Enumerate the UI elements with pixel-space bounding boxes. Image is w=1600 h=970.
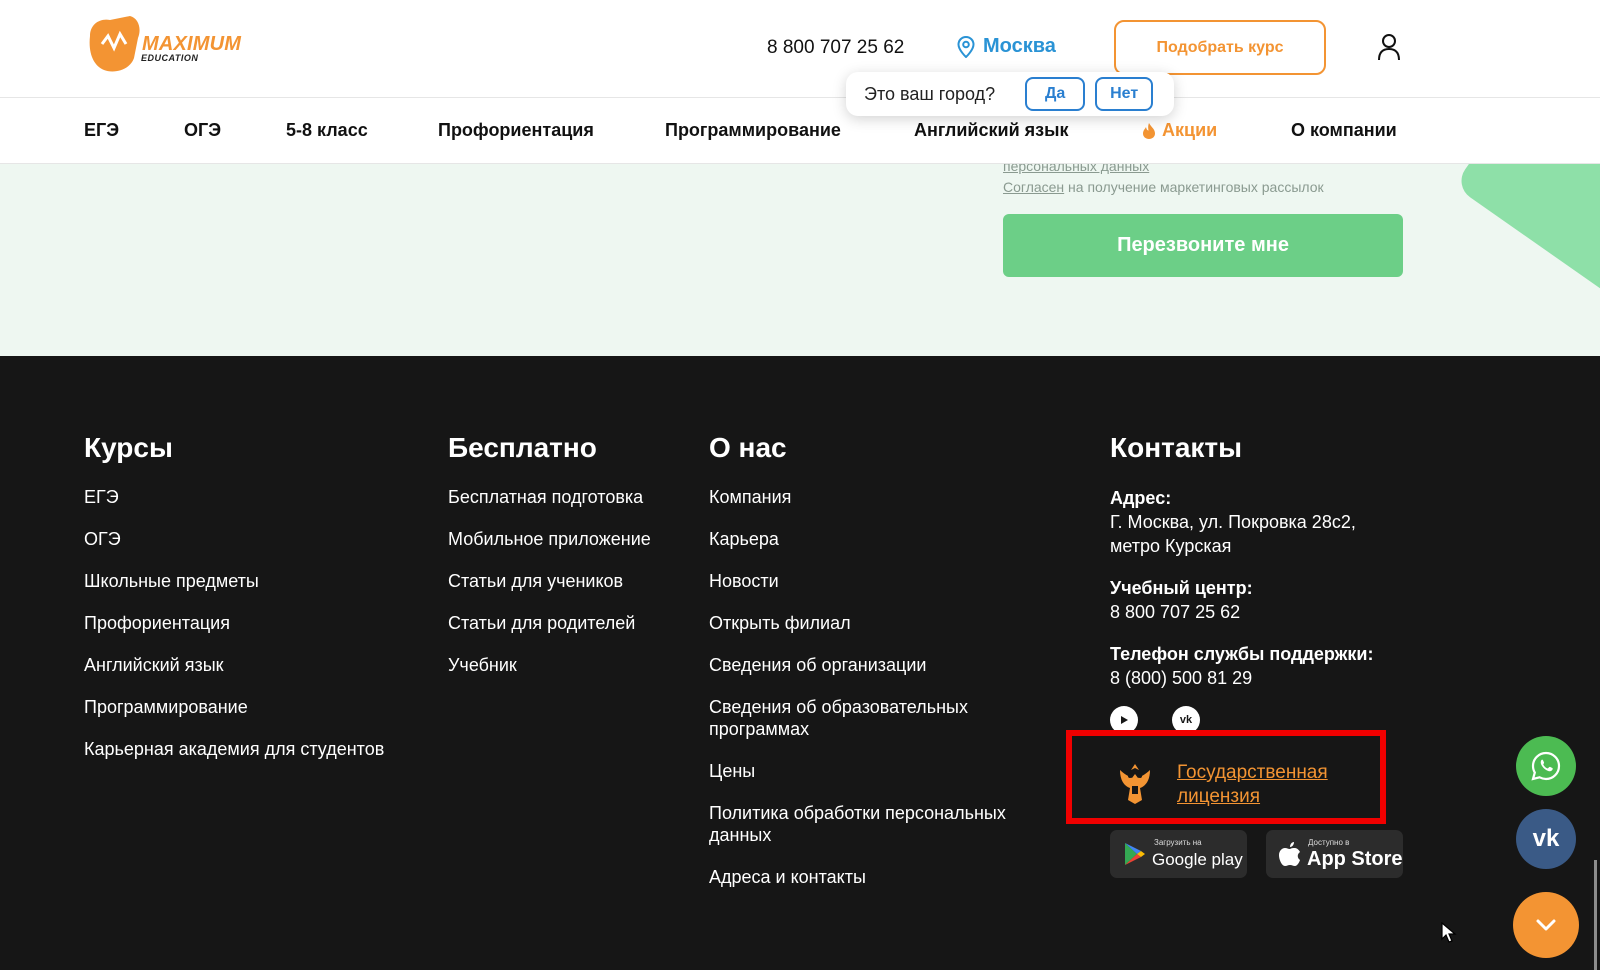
center-phone[interactable]: 8 800 707 25 62 xyxy=(1110,600,1373,624)
site-footer: Курсы ЕГЭ ОГЭ Школьные предметы Профорие… xyxy=(0,356,1600,970)
footer-link[interactable]: Профориентация xyxy=(84,612,384,634)
footer-link[interactable]: Новости xyxy=(709,570,1049,592)
support-phone[interactable]: 8 (800) 500 81 29 xyxy=(1110,666,1373,690)
footer-link[interactable]: Сведения об образовательных программах xyxy=(709,696,1009,740)
app-store-button[interactable]: Доступно в App Store xyxy=(1266,830,1403,878)
google-play-small: Загрузить на xyxy=(1154,838,1202,847)
nav-item-about-company[interactable]: О компании xyxy=(1291,120,1397,141)
license-line: Государственная xyxy=(1177,762,1328,783)
nav-item-oge[interactable]: ОГЭ xyxy=(184,120,221,141)
whatsapp-button[interactable] xyxy=(1516,736,1576,796)
google-play-icon xyxy=(1125,843,1145,865)
footer-link[interactable]: Английский язык xyxy=(84,654,384,676)
consent-marketing: Согласен на получение маркетинговых расс… xyxy=(1003,179,1324,195)
footer-link[interactable]: Карьерная академия для студентов xyxy=(84,738,384,760)
footer-about-title: О нас xyxy=(709,432,787,463)
consent-marketing-link[interactable]: Согласен xyxy=(1003,179,1064,195)
footer-link[interactable]: Статьи для учеников xyxy=(448,570,651,592)
apple-icon xyxy=(1279,842,1300,866)
nav-item-ege[interactable]: ЕГЭ xyxy=(84,120,119,141)
address-line: Г. Москва, ул. Покровка 28с2, xyxy=(1110,512,1356,532)
consent-marketing-text: на получение маркетинговых рассылок xyxy=(1064,179,1324,195)
address-label: Адрес: xyxy=(1110,488,1172,508)
license-line: лицензия xyxy=(1177,786,1261,807)
consent-personal-data-link[interactable]: персональных данных xyxy=(1003,164,1149,174)
callback-section: персональных данных Согласен на получени… xyxy=(0,164,1600,356)
footer-link[interactable]: Бесплатная подготовка xyxy=(448,486,651,508)
footer-link[interactable]: Политика обработки персональных данных xyxy=(709,802,1039,846)
footer-link[interactable]: Статьи для родителей xyxy=(448,612,651,634)
nav-item-promotions-label: Акции xyxy=(1162,120,1218,140)
google-play-button[interactable]: Загрузить на Google play xyxy=(1110,830,1247,878)
footer-link[interactable]: Учебник xyxy=(448,654,651,676)
main-nav: ЕГЭ ОГЭ 5-8 класс Профориентация Програм… xyxy=(0,98,1600,164)
footer-courses-column: Курсы ЕГЭ ОГЭ Школьные предметы Профорие… xyxy=(84,432,384,760)
app-store-label: App Store xyxy=(1307,848,1403,870)
mouse-cursor-icon xyxy=(1441,922,1457,943)
decorative-shape xyxy=(1453,164,1600,301)
footer-link[interactable]: Сведения об организации xyxy=(709,654,1049,676)
footer-contacts-title: Контакты xyxy=(1110,432,1243,463)
city-name: Москва xyxy=(983,35,1056,57)
footer-link[interactable]: Программирование xyxy=(84,696,384,718)
nav-item-programming[interactable]: Программирование xyxy=(665,120,841,141)
app-store-small: Доступно в xyxy=(1308,838,1350,847)
fire-icon xyxy=(1143,122,1155,139)
footer-about-column: О нас Компания Карьера Новости Открыть ф… xyxy=(709,432,1049,888)
logo-mark-icon xyxy=(89,16,140,72)
footer-courses-title: Курсы xyxy=(84,432,173,463)
footer-link[interactable]: ОГЭ xyxy=(84,528,384,550)
site-header: MAXIMUM EDUCATION 8 800 707 25 62 Москва… xyxy=(0,0,1600,98)
vk-icon: vk xyxy=(1532,825,1560,852)
city-question: Это ваш город? xyxy=(864,83,996,104)
location-pin-icon xyxy=(957,35,975,58)
chevron-down-icon xyxy=(1536,919,1556,931)
support-label: Телефон службы поддержки: xyxy=(1110,644,1374,664)
scroll-down-button[interactable] xyxy=(1513,892,1579,958)
footer-link[interactable]: Адреса и контакты xyxy=(709,866,1049,888)
nav-item-grades-5-8[interactable]: 5-8 класс xyxy=(286,120,368,141)
footer-link[interactable]: Школьные предметы xyxy=(84,570,384,592)
footer-contacts-column: Контакты Адрес: Г. Москва, ул. Покровка … xyxy=(1110,432,1373,690)
footer-link[interactable]: ЕГЭ xyxy=(84,486,384,508)
user-account-icon[interactable] xyxy=(1377,33,1401,61)
footer-free-title: Бесплатно xyxy=(448,432,597,463)
footer-link[interactable]: Мобильное приложение xyxy=(448,528,651,550)
state-license-link[interactable]: Государственная лицензия xyxy=(1177,761,1328,809)
header-phone[interactable]: 8 800 707 25 62 xyxy=(767,37,904,59)
footer-free-column: Бесплатно Бесплатная подготовка Мобильно… xyxy=(448,432,651,676)
logo-subtitle: EDUCATION xyxy=(141,53,199,63)
address-metro: метро Курская xyxy=(1110,536,1232,556)
page-scrollbar[interactable] xyxy=(1594,860,1597,970)
whatsapp-icon xyxy=(1531,751,1561,781)
city-no-button[interactable]: Нет xyxy=(1095,77,1154,111)
google-play-label: Google play xyxy=(1152,850,1243,869)
center-label: Учебный центр: xyxy=(1110,578,1253,598)
city-yes-button[interactable]: Да xyxy=(1025,77,1086,111)
footer-link[interactable]: Карьера xyxy=(709,528,1049,550)
nav-item-career-guidance[interactable]: Профориентация xyxy=(438,120,594,141)
footer-link[interactable]: Открыть филиал xyxy=(709,612,1049,634)
pick-course-button[interactable]: Подобрать курс xyxy=(1114,20,1326,75)
city-selector[interactable]: Москва xyxy=(957,35,1056,58)
coat-of-arms-icon xyxy=(1120,764,1150,804)
footer-link[interactable]: Компания xyxy=(709,486,1049,508)
callback-button[interactable]: Перезвоните мне xyxy=(1003,214,1403,277)
vk-button[interactable]: vk xyxy=(1516,809,1576,869)
footer-link[interactable]: Цены xyxy=(709,760,1049,782)
city-confirm-popup: Это ваш город? Да Нет xyxy=(846,72,1174,116)
nav-item-english[interactable]: Английский язык xyxy=(914,120,1068,141)
nav-item-promotions[interactable]: Акции xyxy=(1142,120,1217,141)
